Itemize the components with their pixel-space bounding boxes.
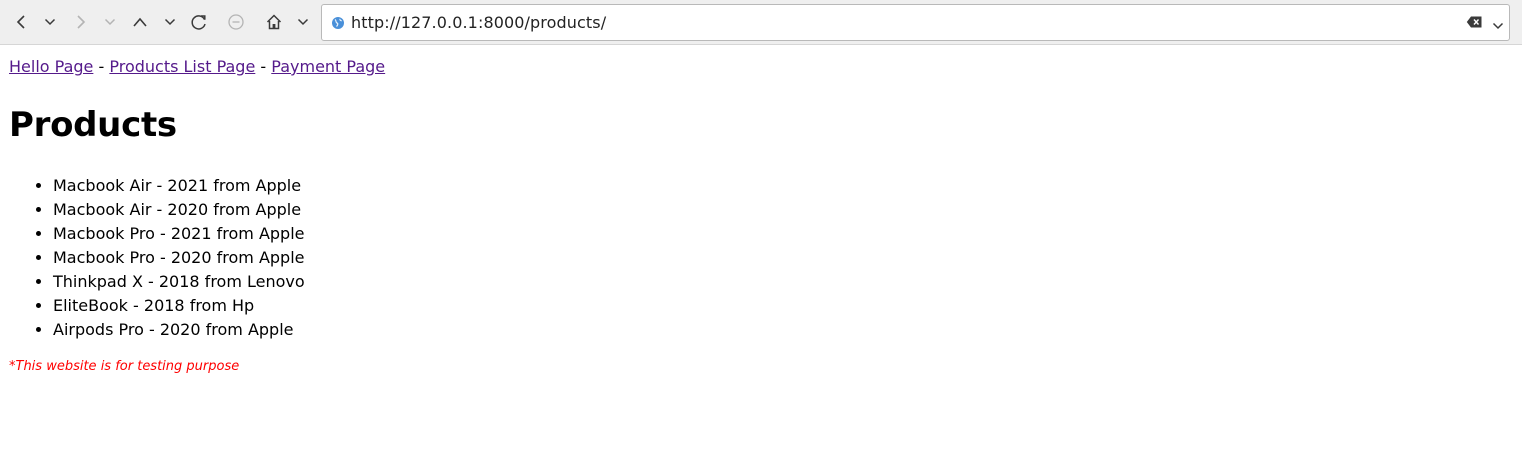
- page-title: Products: [9, 105, 177, 145]
- list-item: Macbook Pro - 2020 from Apple: [53, 246, 305, 270]
- stop-icon[interactable]: [225, 8, 247, 36]
- top-nav: Hello Page - Products List Page - Paymen…: [9, 56, 385, 78]
- page-content: Hello Page - Products List Page - Paymen…: [0, 45, 1522, 451]
- nav-separator: -: [260, 57, 267, 76]
- nav-link-payment-page[interactable]: Payment Page: [271, 57, 385, 76]
- forward-history-icon[interactable]: [101, 8, 119, 36]
- nav-link-products-list-page[interactable]: Products List Page: [109, 57, 255, 76]
- nav-link-hello-page[interactable]: Hello Page: [9, 57, 93, 76]
- list-item: Macbook Air - 2021 from Apple: [53, 174, 305, 198]
- reload-icon[interactable]: [188, 8, 210, 36]
- browser-toolbar: http://127.0.0.1:8000/products/: [0, 0, 1522, 45]
- clear-icon[interactable]: [1466, 15, 1483, 34]
- url-text[interactable]: http://127.0.0.1:8000/products/: [351, 13, 606, 32]
- scroll-up-icon[interactable]: [129, 8, 151, 36]
- list-item: Airpods Pro - 2020 from Apple: [53, 318, 305, 342]
- list-item: Macbook Pro - 2021 from Apple: [53, 222, 305, 246]
- list-item: EliteBook - 2018 from Hp: [53, 294, 305, 318]
- back-history-icon[interactable]: [41, 8, 59, 36]
- address-bar[interactable]: http://127.0.0.1:8000/products/: [321, 4, 1510, 41]
- home-icon[interactable]: [263, 8, 285, 36]
- back-icon[interactable]: [10, 8, 32, 36]
- list-item: Macbook Air - 2020 from Apple: [53, 198, 305, 222]
- testing-note: *This website is for testing purpose: [9, 359, 240, 374]
- forward-icon[interactable]: [70, 8, 92, 36]
- nav-separator: -: [98, 57, 105, 76]
- home-menu-icon[interactable]: [294, 8, 312, 36]
- dropdown-icon[interactable]: [1492, 17, 1504, 35]
- list-item: Thinkpad X - 2018 from Lenovo: [53, 270, 305, 294]
- product-list: Macbook Air - 2021 from Apple Macbook Ai…: [0, 174, 305, 342]
- scroll-down-icon[interactable]: [161, 8, 179, 36]
- globe-icon: [331, 16, 345, 35]
